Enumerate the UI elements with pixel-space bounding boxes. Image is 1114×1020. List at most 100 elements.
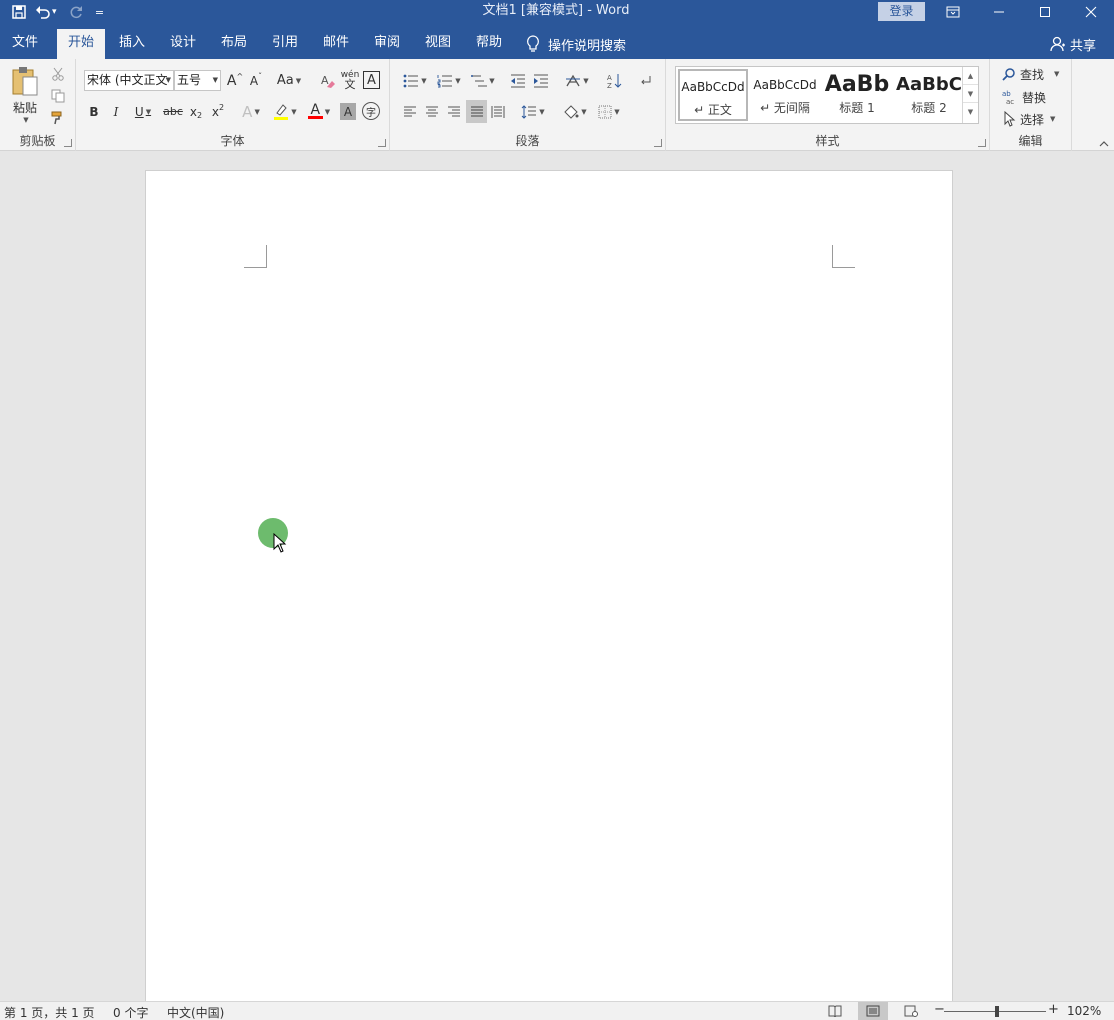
align-right-button[interactable]	[444, 101, 464, 122]
italic-button[interactable]: I	[106, 101, 126, 122]
save-button[interactable]	[8, 1, 30, 23]
highlight-button[interactable]: ▼	[270, 101, 300, 122]
close-button[interactable]	[1068, 0, 1114, 24]
clear-formatting-button[interactable]: A	[318, 70, 338, 91]
zoom-out-button[interactable]: −	[934, 1002, 945, 1017]
font-size-combo[interactable]: 五号 ▼	[174, 70, 221, 91]
page-layout-icon	[866, 1005, 880, 1017]
word-count[interactable]: 0 个字	[113, 1004, 148, 1020]
styles-more-icon[interactable]: ▼	[963, 103, 978, 121]
tab-mailings[interactable]: 邮件	[312, 29, 360, 59]
font-launcher-icon[interactable]	[378, 139, 386, 147]
character-border-button[interactable]: A	[363, 71, 380, 89]
shading-button[interactable]: ▼	[560, 101, 590, 122]
copy-button[interactable]	[48, 86, 68, 106]
tab-review[interactable]: 审阅	[363, 29, 411, 59]
font-color-button[interactable]: A ▼	[304, 101, 334, 122]
tell-me-search[interactable]: 操作说明搜索	[526, 29, 626, 59]
align-center-button[interactable]	[422, 101, 442, 122]
page-count[interactable]: 第 1 页，共 1 页	[4, 1004, 95, 1020]
customize-qat-button[interactable]: =	[89, 1, 111, 23]
grow-font-button[interactable]: A ^	[226, 70, 244, 91]
zoom-in-button[interactable]: +	[1048, 1002, 1059, 1017]
subscript-button[interactable]: x2	[186, 101, 206, 122]
tab-references[interactable]: 引用	[261, 29, 309, 59]
change-case-button[interactable]: Aa ▼	[274, 70, 304, 91]
font-size-dropdown-icon[interactable]: ▼	[213, 71, 218, 90]
increase-indent-button[interactable]	[531, 70, 551, 91]
style-no-spacing-name: ↵ 无间隔	[760, 101, 810, 115]
bullets-button[interactable]: ▼	[400, 70, 430, 91]
styles-scroll-down-icon[interactable]: ▼	[963, 85, 978, 103]
style-heading-1[interactable]: AaBb 标题 1	[822, 69, 892, 121]
sort-button[interactable]: AZ	[604, 70, 624, 91]
character-border-icon: A	[367, 72, 376, 88]
paragraph-launcher-icon[interactable]	[654, 139, 662, 147]
style-heading-2[interactable]: AaBbC 标题 2	[894, 69, 964, 121]
decrease-indent-button[interactable]	[508, 70, 528, 91]
shrink-font-button[interactable]: Aˇ	[247, 70, 265, 91]
bold-button[interactable]: B	[84, 101, 104, 122]
character-shading-button[interactable]: A	[340, 103, 356, 120]
document-area[interactable]	[0, 152, 1114, 1001]
style-no-spacing[interactable]: AaBbCcDd ↵ 无间隔	[750, 69, 820, 121]
language-indicator[interactable]: 中文(中国)	[167, 1004, 224, 1020]
tab-layout[interactable]: 布局	[210, 29, 258, 59]
multilevel-list-button[interactable]: ▼	[468, 70, 498, 91]
tab-file[interactable]: 文件	[0, 29, 50, 59]
maximize-button[interactable]	[1022, 0, 1068, 24]
tab-design[interactable]: 设计	[159, 29, 207, 59]
font-name-combo[interactable]: 宋体 (中文正文 ▼	[84, 70, 174, 91]
distributed-button[interactable]	[488, 101, 508, 122]
redo-button[interactable]	[65, 1, 87, 23]
styles-launcher-icon[interactable]	[978, 139, 986, 147]
tab-view[interactable]: 视图	[414, 29, 462, 59]
select-button[interactable]: 选择 ▼	[1002, 109, 1055, 129]
find-dropdown-icon[interactable]: ▼	[1054, 70, 1059, 78]
tab-insert[interactable]: 插入	[108, 29, 156, 59]
show-formatting-marks-button[interactable]	[636, 70, 656, 91]
style-normal-name: ↵ 正文	[694, 103, 732, 117]
chinese-layout-button[interactable]: ▼	[562, 70, 592, 91]
justify-button[interactable]	[466, 100, 487, 123]
numbering-button[interactable]: ▼	[434, 70, 464, 91]
line-spacing-button[interactable]: ▼	[518, 101, 548, 122]
text-effects-button[interactable]: A ▼	[236, 101, 266, 122]
enclose-characters-button[interactable]: 字	[362, 102, 380, 120]
underline-button[interactable]: U ▼	[128, 101, 158, 122]
strikethrough-button[interactable]: abc	[162, 101, 184, 122]
increase-indent-icon	[534, 74, 548, 87]
tab-home[interactable]: 开始	[57, 29, 105, 59]
minimize-button[interactable]	[976, 0, 1022, 24]
collapse-ribbon-button[interactable]	[1096, 137, 1112, 149]
style-normal[interactable]: AaBbCcDd ↵ 正文	[678, 69, 748, 121]
cut-button[interactable]	[48, 64, 68, 84]
font-name-value: 宋体 (中文正文	[87, 73, 168, 87]
ribbon-display-options-button[interactable]	[930, 0, 976, 24]
format-painter-button[interactable]	[48, 108, 68, 128]
styles-scroll-up-icon[interactable]: ▲	[963, 67, 978, 85]
window-title: 文档1 [兼容模式] - Word	[482, 3, 630, 18]
align-left-button[interactable]	[400, 101, 420, 122]
login-button[interactable]: 登录	[878, 2, 925, 21]
phonetic-guide-button[interactable]: wén 文	[340, 68, 360, 92]
tab-help[interactable]: 帮助	[465, 29, 513, 59]
superscript-button[interactable]: x2	[208, 101, 228, 122]
zoom-slider-thumb[interactable]	[995, 1006, 999, 1017]
zoom-level[interactable]: 102%	[1067, 1004, 1101, 1018]
paste-button[interactable]: 粘贴 ▼	[6, 63, 44, 125]
borders-button[interactable]: ▼	[594, 101, 624, 122]
clipboard-launcher-icon[interactable]	[64, 139, 72, 147]
undo-button[interactable]	[32, 1, 54, 23]
find-button[interactable]: 查找 ▼	[1002, 64, 1059, 84]
paintbrush-icon	[51, 111, 62, 125]
read-mode-button[interactable]	[820, 1002, 850, 1020]
select-dropdown-icon[interactable]: ▼	[1050, 115, 1055, 123]
share-button[interactable]: 共享	[1050, 29, 1096, 59]
replace-button[interactable]: ab ac 替换	[1002, 87, 1046, 107]
undo-dropdown-icon[interactable]: ▾	[52, 7, 57, 17]
web-layout-button[interactable]	[896, 1002, 926, 1020]
print-layout-button[interactable]	[858, 1002, 888, 1020]
font-name-dropdown-icon[interactable]: ▼	[166, 71, 171, 90]
document-page[interactable]	[145, 170, 953, 1001]
